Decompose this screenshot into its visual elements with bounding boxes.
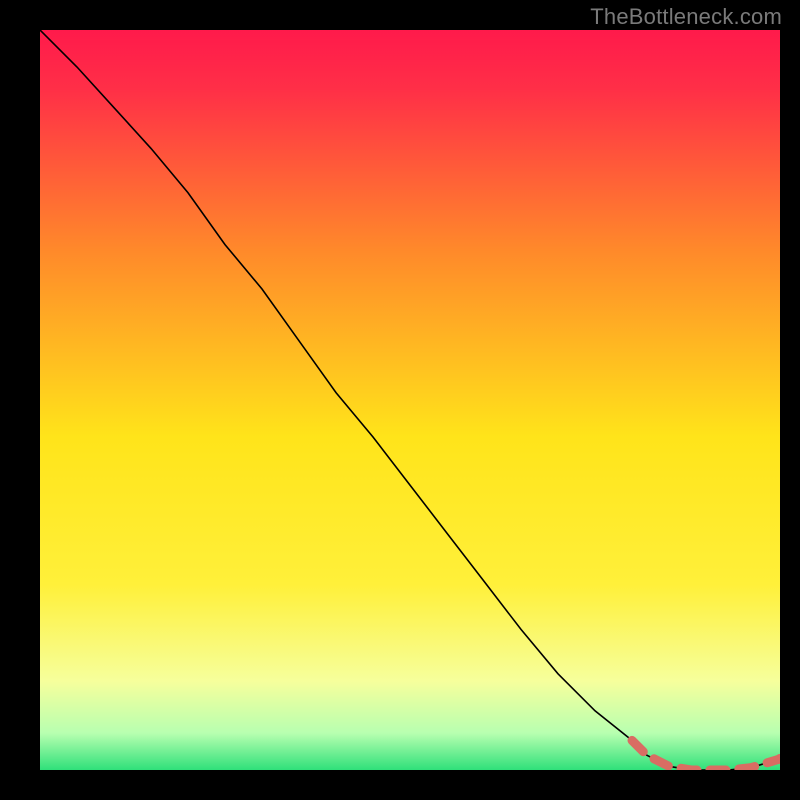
gradient-background xyxy=(40,30,780,770)
watermark-text: TheBottleneck.com xyxy=(590,4,782,30)
plot-area xyxy=(40,30,780,770)
chart-svg xyxy=(40,30,780,770)
chart-container: TheBottleneck.com xyxy=(0,0,800,800)
